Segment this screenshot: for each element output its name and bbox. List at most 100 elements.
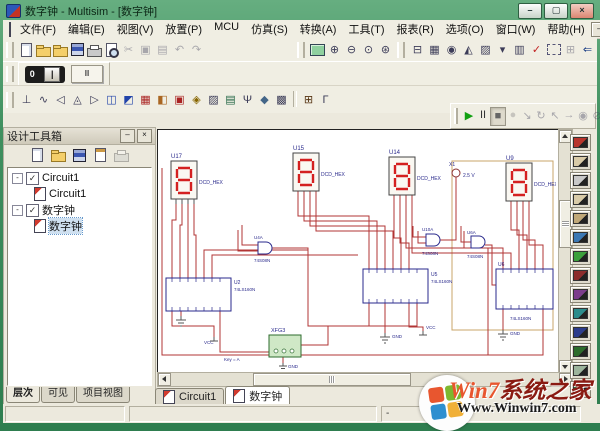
toolbar-grip[interactable]	[397, 42, 405, 58]
breadboard-3d-icon[interactable]: ◭	[460, 41, 477, 58]
panel-close-button[interactable]: ×	[137, 129, 152, 143]
place-mcu-icon[interactable]: ▩	[273, 91, 290, 108]
place-cmos-icon[interactable]: ◩	[120, 91, 137, 108]
voltage-probe[interactable]: X1 2.5 V	[449, 162, 475, 179]
checkbox-icon[interactable]: ✓	[26, 204, 39, 217]
run-stop-switch[interactable]: 0 |	[25, 66, 65, 83]
four-channel-oscilloscope-icon[interactable]	[570, 210, 591, 227]
zoom-out-icon[interactable]: ⊖	[343, 41, 360, 58]
run-to-cursor-icon[interactable]: →	[562, 107, 576, 124]
minimize-button[interactable]: –	[518, 3, 542, 19]
mdi-minimize-button[interactable]: –	[591, 22, 600, 37]
menu-mcu[interactable]: MCU	[208, 20, 245, 38]
panel-tab-可见[interactable]: 可见	[41, 387, 75, 403]
menu-edit[interactable]: 编辑(E)	[62, 20, 111, 38]
place-mixed-icon[interactable]: ◧	[154, 91, 171, 108]
back-annotate-icon[interactable]: ⇐	[579, 41, 596, 58]
save-icon[interactable]	[71, 147, 88, 164]
place-indicator-icon[interactable]: ▣	[171, 91, 188, 108]
place-misc-digital-icon[interactable]: ▦	[137, 91, 154, 108]
menu-transfer[interactable]: 转换(A)	[294, 20, 343, 38]
place-rf-icon[interactable]: Ψ	[239, 91, 256, 108]
place-source-icon[interactable]: ⊥	[18, 91, 35, 108]
pause-icon[interactable]: II	[476, 107, 490, 124]
place-transistor-icon[interactable]: ◬	[69, 91, 86, 108]
new-file-icon[interactable]	[18, 41, 35, 58]
undo-icon[interactable]: ↶	[171, 41, 188, 58]
horizontal-scrollbar[interactable]	[157, 372, 573, 387]
design-toolbox-toggle-icon[interactable]: ⊟	[409, 41, 426, 58]
expander-icon[interactable]: -	[12, 205, 23, 216]
print-icon[interactable]	[113, 147, 130, 164]
maximize-button[interactable]: ▢	[544, 3, 568, 19]
menu-help[interactable]: 帮助(H)	[541, 20, 590, 38]
wattmeter-icon[interactable]	[570, 172, 591, 189]
multimeter-icon[interactable]	[570, 134, 591, 151]
cut-icon[interactable]: ✂	[120, 41, 137, 58]
tree-item-数字钟[interactable]: 数字钟	[8, 218, 151, 234]
step-over-icon[interactable]: ↻	[534, 107, 548, 124]
document-tab-数字钟[interactable]: 数字钟	[225, 386, 290, 404]
stop-icon[interactable]: ■	[490, 107, 506, 126]
logic-analyzer-icon[interactable]	[570, 286, 591, 303]
zoom-area-icon[interactable]: ⊙	[360, 41, 377, 58]
place-analog-icon[interactable]: ▷	[86, 91, 103, 108]
distortion-analyzer-icon[interactable]	[570, 343, 591, 360]
place-power-icon[interactable]: ◈	[188, 91, 205, 108]
menu-options[interactable]: 选项(O)	[440, 20, 490, 38]
step-into-icon[interactable]: ↘	[520, 107, 534, 124]
horizontal-scroll-thumb[interactable]	[253, 373, 411, 386]
network-analyzer-icon[interactable]	[570, 381, 591, 398]
logic-converter-icon[interactable]	[570, 305, 591, 322]
open-file-icon[interactable]	[50, 147, 67, 164]
place-diode-icon[interactable]: ◁	[52, 91, 69, 108]
grapher-dropdown-icon[interactable]: ▾	[494, 41, 511, 58]
counter-ics[interactable]	[166, 269, 553, 311]
database-manager-icon[interactable]: ◉	[443, 41, 460, 58]
run-icon[interactable]: ▶	[462, 107, 476, 124]
save-icon[interactable]	[69, 41, 86, 58]
toolbar-grip[interactable]	[6, 92, 14, 108]
spectrum-analyzer-icon[interactable]	[570, 362, 591, 379]
postprocessor-icon[interactable]: ▥	[511, 41, 528, 58]
paste-icon[interactable]: ▤	[154, 41, 171, 58]
frequency-counter-icon[interactable]	[570, 248, 591, 265]
panel-tab-项目视图[interactable]: 项目视图	[76, 387, 130, 403]
function-generator[interactable]: XFG3	[269, 328, 301, 357]
zoom-full-screen-icon[interactable]	[309, 41, 326, 58]
expander-icon[interactable]: -	[12, 173, 23, 184]
panel-minimize-button[interactable]: –	[120, 129, 135, 143]
toolbar-grip[interactable]	[6, 66, 14, 82]
toolbar-grip[interactable]	[6, 42, 14, 58]
menu-file[interactable]: 文件(F)	[14, 20, 62, 38]
place-hierarchical-block-icon[interactable]: ⊞	[300, 91, 317, 108]
electrical-rules-check-icon[interactable]: ✓	[528, 41, 545, 58]
bode-plotter-icon[interactable]	[570, 229, 591, 246]
zoom-in-icon[interactable]: ⊕	[326, 41, 343, 58]
print-icon[interactable]	[86, 41, 103, 58]
zoom-fit-to-page-icon[interactable]: ⊛	[377, 41, 394, 58]
tree-item-数字钟[interactable]: -✓数字钟	[8, 202, 151, 218]
toolbar-grip[interactable]	[454, 108, 458, 124]
seven-segment-displays[interactable]: U17 DCD_HEX U15 DCD_HEX U14 DCD_HEX U9 D…	[171, 146, 556, 204]
document-tab-Circuit1[interactable]: Circuit1	[155, 388, 224, 404]
tree-item-Circuit1[interactable]: Circuit1	[8, 186, 151, 202]
close-button[interactable]: ×	[570, 3, 594, 19]
oscilloscope-icon[interactable]	[570, 191, 591, 208]
remove-breakpoint-icon[interactable]: ⊘	[590, 107, 600, 124]
menu-window[interactable]: 窗口(W)	[490, 20, 542, 38]
open-file-icon[interactable]	[35, 41, 52, 58]
spreadsheet-view-icon[interactable]: ▦	[426, 41, 443, 58]
menu-reports[interactable]: 报表(R)	[391, 20, 440, 38]
redo-icon[interactable]: ↷	[188, 41, 205, 58]
menu-simulate[interactable]: 仿真(S)	[245, 20, 294, 38]
step-out-icon[interactable]: ↖	[548, 107, 562, 124]
schematic-canvas[interactable]: U17 DCD_HEX U15 DCD_HEX U14 DCD_HEX U9 D…	[157, 129, 559, 373]
open-sample-icon[interactable]	[52, 41, 69, 58]
menu-view[interactable]: 视图(V)	[111, 20, 160, 38]
and-gates[interactable]	[258, 234, 485, 254]
iv-analyzer-icon[interactable]	[570, 324, 591, 341]
place-electromechanical-icon[interactable]: ◆	[256, 91, 273, 108]
close-file-icon[interactable]	[92, 147, 109, 164]
copy-icon[interactable]: ▣	[137, 41, 154, 58]
